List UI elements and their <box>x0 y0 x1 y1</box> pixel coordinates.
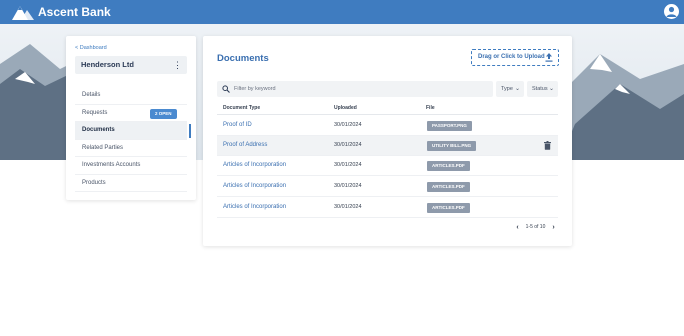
document-type-link[interactable]: Proof of Address <box>223 142 267 148</box>
back-to-dashboard-link[interactable]: < Dashboard <box>75 45 107 51</box>
sidebar-item-requests[interactable]: Requests 2 OPEN <box>75 105 187 122</box>
type-filter-dropdown[interactable]: Type ⌄ <box>496 81 524 97</box>
sidebar-item-label: Related Parties <box>82 144 124 151</box>
chevron-down-icon: ⌄ <box>514 86 520 92</box>
search-input[interactable] <box>234 83 484 95</box>
table-row[interactable]: Articles of Incorporation 30/01/2024 ART… <box>217 156 558 176</box>
sidebar-item-investments-accounts[interactable]: Investments Accounts <box>75 157 187 175</box>
sidebar-item-details[interactable]: Details <box>75 87 187 105</box>
requests-open-badge: 2 OPEN <box>150 108 177 119</box>
document-type-link[interactable]: Articles of Incorporation <box>223 183 286 189</box>
table-row[interactable]: Articles of Incorporation 30/01/2024 ART… <box>217 198 558 218</box>
document-type-link[interactable]: Proof of ID <box>223 122 252 128</box>
table-header: Document Type Uploaded File <box>217 103 558 115</box>
documents-card: Documents Drag or Click to Upload Type⌄ … <box>203 36 572 246</box>
trash-icon[interactable] <box>544 141 551 150</box>
top-bar: Ascent Bank <box>0 0 684 24</box>
sidebar-item-related-parties[interactable]: Related Parties <box>75 140 187 157</box>
company-name: Henderson Ltd <box>81 60 134 69</box>
pagination-count: 1-5 of 10 <box>525 224 546 230</box>
mountain-logo-icon <box>12 6 34 20</box>
document-type-link[interactable]: Articles of Incorporation <box>223 204 286 210</box>
sidebar-item-label: Documents <box>82 127 115 133</box>
company-header: Henderson Ltd ⋮ <box>75 56 187 74</box>
uploaded-date: 30/01/2024 <box>334 142 362 148</box>
file-chip[interactable]: UTILITY BILL.PNG <box>427 141 477 151</box>
sidebar-item-label: Details <box>82 92 101 98</box>
file-chip[interactable]: ARTICLES.PDF <box>427 161 470 171</box>
upload-label: Drag or Click to Upload <box>478 54 545 60</box>
uploaded-date: 30/01/2024 <box>334 204 362 210</box>
type-filter-label: Type <box>501 86 513 92</box>
uploaded-date: 30/01/2024 <box>334 122 362 128</box>
sidebar-item-label: Requests <box>82 109 108 116</box>
column-header-document-type[interactable]: Document Type <box>223 105 260 111</box>
table-row[interactable]: Proof of Address 30/01/2024 UTILITY BILL… <box>217 136 558 156</box>
uploaded-date: 30/01/2024 <box>334 162 362 168</box>
upload-dropzone[interactable]: Drag or Click to Upload <box>471 49 559 66</box>
file-chip[interactable]: ARTICLES.PDF <box>427 203 470 213</box>
status-filter-label: Status <box>532 86 548 92</box>
sidebar-item-documents[interactable]: Documents <box>75 122 191 140</box>
sidebar-item-products[interactable]: Products <box>75 175 187 192</box>
search-bar <box>217 81 493 97</box>
sidebar-nav: Details Requests 2 OPEN Documents Related… <box>75 87 191 192</box>
file-chip[interactable]: ARTICLES.PDF <box>427 182 470 192</box>
table-row[interactable]: Proof of ID 30/01/2024 PASSPORT.PNG <box>217 116 558 136</box>
pagination: ‹ 1-5 of 10 › <box>513 222 558 233</box>
chevron-down-icon: ⌄ <box>548 86 554 92</box>
file-chip[interactable]: PASSPORT.PNG <box>427 121 472 131</box>
search-icon <box>222 85 230 93</box>
sidebar-card: < Dashboard Henderson Ltd ⋮ Details Requ… <box>66 36 196 200</box>
upload-icon <box>545 53 553 62</box>
table-row[interactable]: Articles of Incorporation 30/01/2024 ART… <box>217 177 558 197</box>
brand-name: Ascent Bank <box>38 5 111 19</box>
more-options-icon[interactable]: ⋮ <box>173 59 182 71</box>
next-page-button[interactable]: › <box>549 222 558 233</box>
uploaded-date: 30/01/2024 <box>334 183 362 189</box>
page-title: Documents <box>217 53 269 64</box>
document-type-link[interactable]: Articles of Incorporation <box>223 162 286 168</box>
previous-page-button[interactable]: ‹ <box>513 222 522 233</box>
column-header-uploaded[interactable]: Uploaded <box>334 105 357 111</box>
sidebar-item-label: Products <box>82 179 106 186</box>
column-header-file[interactable]: File <box>426 105 435 111</box>
status-filter-dropdown[interactable]: Status ⌄ <box>527 81 558 97</box>
user-icon[interactable] <box>664 4 679 19</box>
sidebar-item-label: Investments Accounts <box>82 162 141 168</box>
